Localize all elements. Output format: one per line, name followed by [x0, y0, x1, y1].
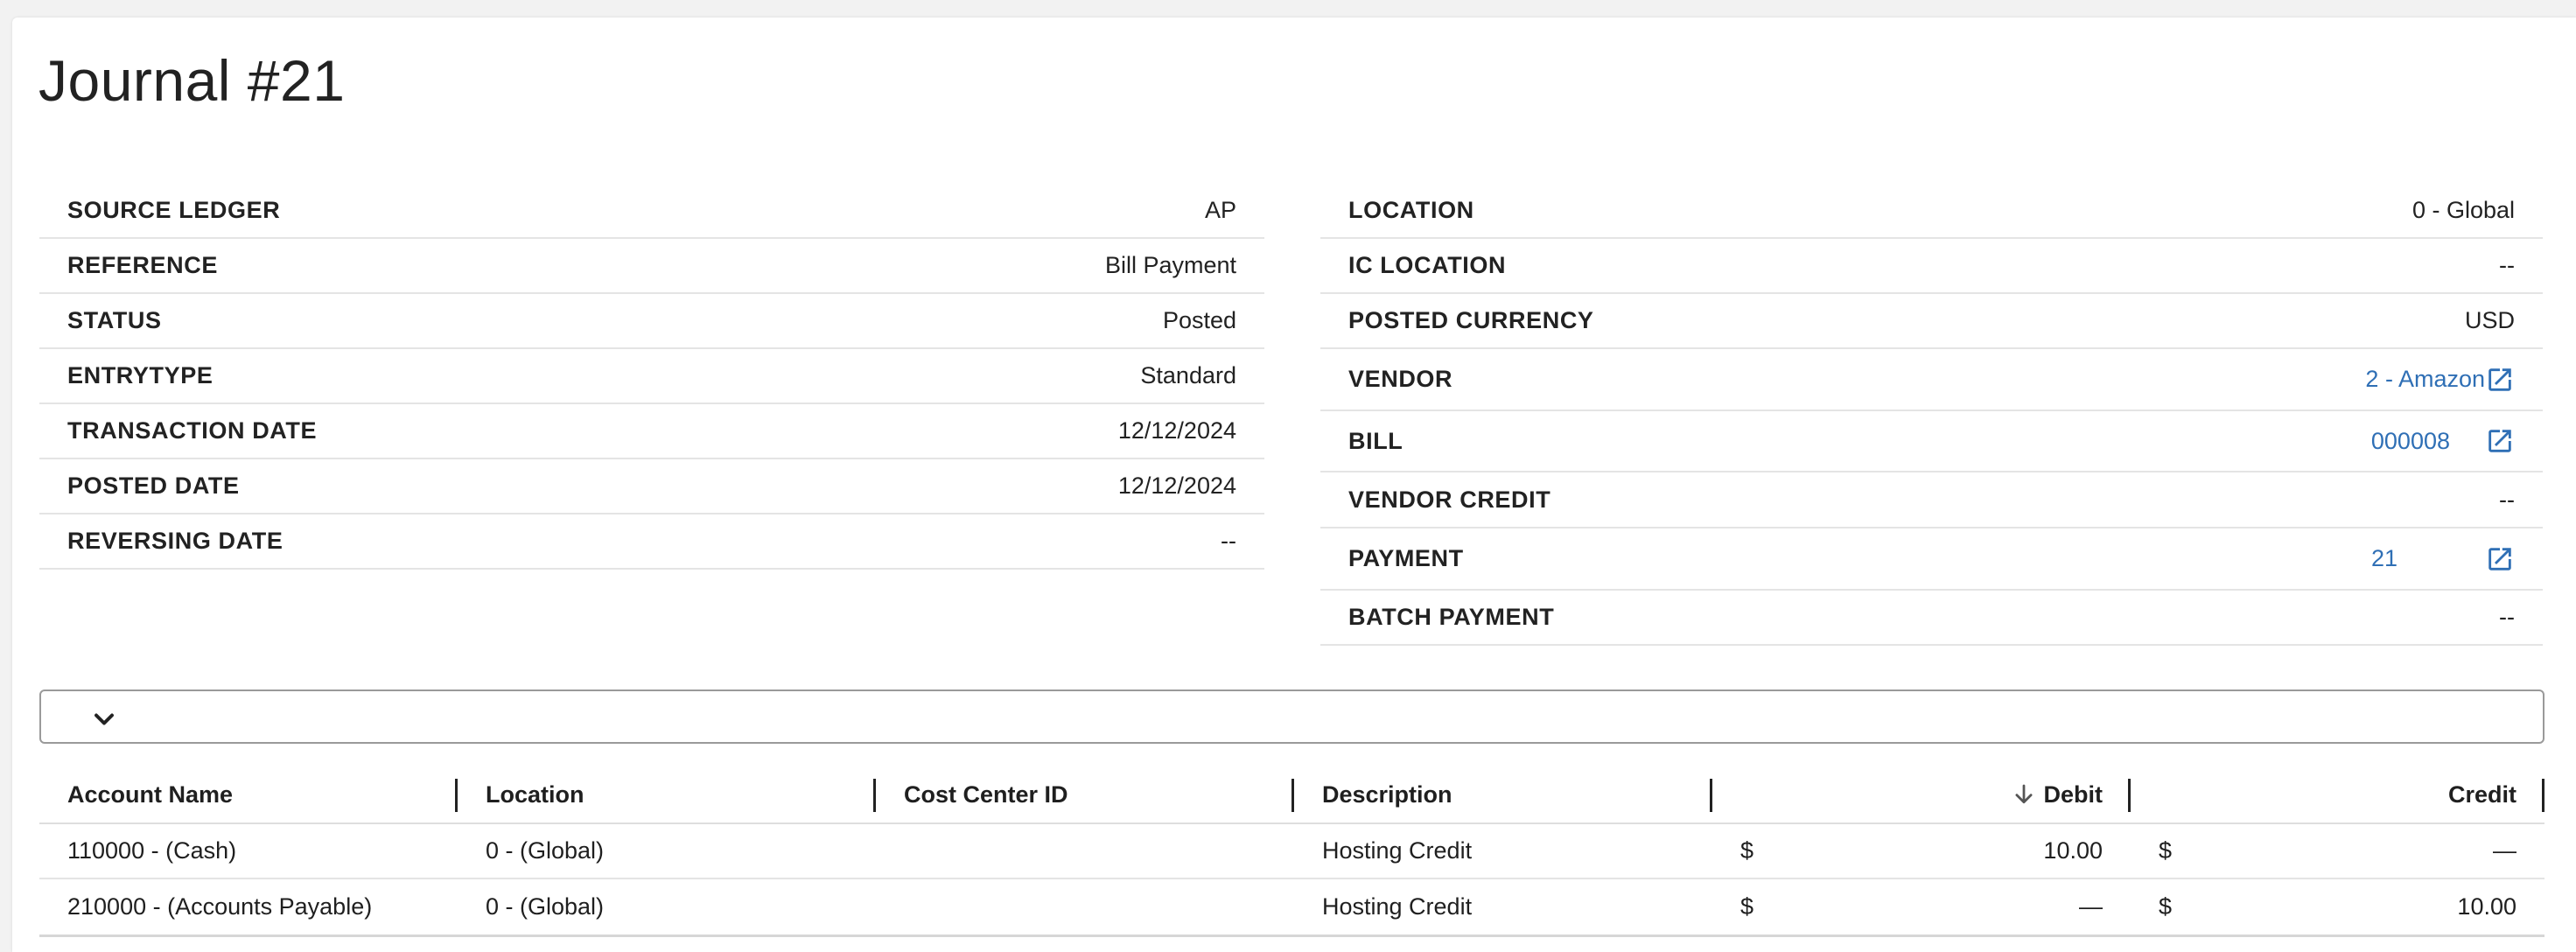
detail-value: 12/12/2024 — [1117, 417, 1236, 444]
cell-description: Hosting Credit — [1322, 837, 1473, 864]
cell-debit: $ — — [1712, 879, 2131, 934]
bill-link[interactable]: 000008 — [2371, 428, 2450, 455]
column-header-label: Account Name — [67, 780, 234, 808]
external-link-icon[interactable] — [2485, 544, 2515, 574]
detail-label: REFERENCE — [67, 252, 218, 278]
detail-value: Bill Payment — [1104, 252, 1236, 278]
payment-link[interactable]: 21 — [2371, 545, 2398, 572]
detail-row-payment: PAYMENT 21 — [1320, 528, 2543, 591]
debit-amount: 10.00 — [2043, 837, 2103, 864]
vendor-link[interactable]: 2 - Amazon — [2365, 366, 2485, 393]
detail-label: SOURCE LEDGER — [67, 197, 281, 223]
details-left-panel: SOURCE LEDGER AP REFERENCE Bill Payment … — [39, 184, 1264, 570]
detail-row-location: LOCATION 0 - Global — [1320, 184, 2543, 239]
detail-value: Standard — [1140, 362, 1236, 388]
detail-row-reversing-date: REVERSING DATE -- — [39, 514, 1264, 570]
detail-row-vendor-credit: VENDOR CREDIT -- — [1320, 472, 2543, 528]
detail-value: 12/12/2024 — [1117, 472, 1236, 499]
bill-link-group: 000008 — [2371, 426, 2515, 456]
table-row[interactable]: 210000 - (Accounts Payable) 0 - (Global)… — [39, 879, 2544, 934]
detail-value: USD — [2464, 307, 2515, 333]
journal-card: Journal #21 SOURCE LEDGER AP REFERENCE B… — [12, 18, 2576, 952]
column-header-location[interactable]: Location — [458, 766, 876, 822]
column-header-cost-center-id[interactable]: Cost Center ID — [876, 766, 1294, 822]
detail-value: -- — [2499, 604, 2515, 630]
chevron-down-icon[interactable] — [88, 704, 120, 735]
cell-location: 0 - (Global) — [486, 837, 605, 864]
cell-credit: $ 10.00 — [2131, 879, 2544, 934]
detail-row-status: STATUS Posted — [39, 294, 1264, 349]
detail-value: AP — [1204, 197, 1236, 223]
arrow-down-icon[interactable] — [2011, 781, 2037, 808]
vendor-link-group: 2 - Amazon — [2365, 365, 2515, 395]
detail-row-vendor: VENDOR 2 - Amazon — [1320, 349, 2543, 411]
detail-label: TRANSACTION DATE — [67, 417, 318, 444]
detail-row-reference: REFERENCE Bill Payment — [39, 239, 1264, 294]
column-header-credit[interactable]: Credit — [2131, 766, 2544, 822]
detail-row-posted-date: POSTED DATE 12/12/2024 — [39, 459, 1264, 514]
cell-account-name: 110000 - (Cash) — [67, 837, 237, 864]
column-header-label: Debit — [2043, 780, 2104, 808]
cell-cost-center-id — [876, 879, 1294, 934]
table-row[interactable]: 110000 - (Cash) 0 - (Global) Hosting Cre… — [39, 824, 2544, 879]
detail-value: -- — [2499, 252, 2515, 278]
cell-cost-center-id — [876, 824, 1294, 878]
currency-symbol: $ — [1740, 893, 1754, 920]
currency-symbol: $ — [1740, 837, 1754, 864]
detail-label: LOCATION — [1348, 197, 1474, 223]
details-right-panel: LOCATION 0 - Global IC LOCATION -- POSTE… — [1320, 184, 2543, 646]
cell-credit: $ — — [2131, 824, 2544, 878]
detail-row-entrytype: ENTRYTYPE Standard — [39, 349, 1264, 404]
detail-row-ic-location: IC LOCATION -- — [1320, 239, 2543, 294]
column-header-label: Cost Center ID — [904, 780, 1068, 808]
detail-label: POSTED DATE — [67, 472, 240, 499]
detail-row-source-ledger: SOURCE LEDGER AP — [39, 184, 1264, 239]
cell-account-name: 210000 - (Accounts Payable) — [67, 893, 373, 920]
detail-label: STATUS — [67, 307, 162, 333]
cell-location: 0 - (Global) — [486, 893, 605, 920]
detail-row-batch-payment: BATCH PAYMENT -- — [1320, 591, 2543, 646]
detail-label: VENDOR CREDIT — [1348, 486, 1551, 513]
detail-label: PAYMENT — [1348, 545, 1464, 571]
column-header-label: Credit — [2447, 780, 2516, 808]
external-link-icon[interactable] — [2485, 365, 2515, 395]
detail-label: BATCH PAYMENT — [1348, 604, 1555, 630]
currency-symbol: $ — [2159, 837, 2173, 864]
detail-row-bill: BILL 000008 — [1320, 411, 2543, 472]
page-title: Journal #21 — [38, 48, 346, 113]
detail-label: ENTRYTYPE — [67, 362, 214, 388]
table-header: Account Name Location Cost Center ID Des… — [39, 766, 2544, 824]
detail-value: -- — [2499, 486, 2515, 513]
payment-link-group: 21 — [2371, 544, 2515, 574]
column-header-label: Location — [486, 780, 584, 808]
detail-value: 0 - Global — [2412, 197, 2515, 223]
journal-lines-table: Account Name Location Cost Center ID Des… — [39, 766, 2544, 937]
credit-amount: — — [2493, 837, 2516, 864]
detail-label: IC LOCATION — [1348, 252, 1507, 278]
column-resize-handle[interactable] — [2542, 779, 2544, 812]
cell-debit: $ 10.00 — [1712, 824, 2131, 878]
currency-symbol: $ — [2159, 893, 2173, 920]
column-header-label: Description — [1322, 780, 1452, 808]
external-link-icon[interactable] — [2485, 426, 2515, 456]
detail-label: VENDOR — [1348, 366, 1453, 392]
detail-label: BILL — [1348, 427, 1404, 454]
detail-row-posted-currency: POSTED CURRENCY USD — [1320, 294, 2543, 349]
table-toolbar — [39, 690, 2544, 744]
detail-label: REVERSING DATE — [67, 528, 284, 554]
credit-amount: 10.00 — [2457, 893, 2516, 920]
detail-label: POSTED CURRENCY — [1348, 307, 1594, 333]
column-header-account-name[interactable]: Account Name — [39, 766, 458, 822]
detail-row-transaction-date: TRANSACTION DATE 12/12/2024 — [39, 404, 1264, 459]
column-header-debit[interactable]: Debit — [1712, 766, 2131, 822]
debit-amount: — — [2079, 893, 2103, 920]
detail-value: Posted — [1162, 307, 1236, 333]
cell-description: Hosting Credit — [1322, 893, 1473, 920]
column-header-description[interactable]: Description — [1294, 766, 1712, 822]
detail-value: -- — [1221, 528, 1236, 554]
